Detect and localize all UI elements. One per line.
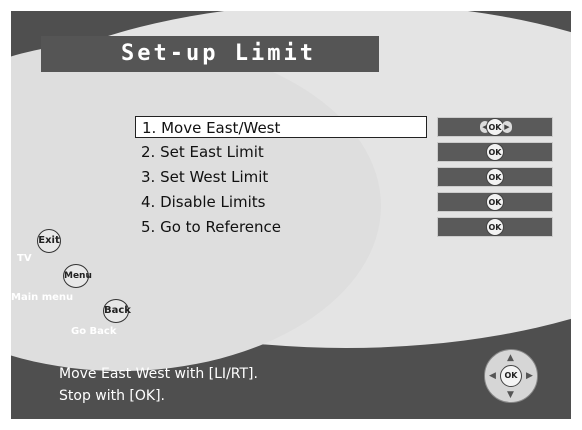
ok-box[interactable]: OK: [437, 192, 553, 212]
navigation-pad-icon: ▲ ▼ ◀ ▶ OK: [484, 349, 538, 403]
menu-button[interactable]: Menu: [63, 264, 92, 288]
help-line-1: Move East West with [LI/RT].: [59, 366, 258, 382]
help-line-2: Stop with [OK].: [59, 388, 166, 404]
page-title: Set-up Limit: [121, 41, 316, 66]
ok-box[interactable]: OK: [437, 167, 553, 187]
menu-item-label: 5. Go to Reference: [141, 218, 282, 236]
help-text: Move East West with [LI/RT]. Stop with […: [59, 363, 258, 407]
menu-item-label: 2. Set East Limit: [141, 143, 264, 161]
left-arrow-icon: ◀: [489, 371, 496, 381]
osd-frame: Set-up Limit 1. Move East/West ◀ OK ▶ 2.…: [11, 11, 571, 419]
title-bar: Set-up Limit: [41, 36, 379, 72]
ok-icon: OK: [486, 218, 504, 236]
menu-item-label: 1. Move East/West: [135, 116, 427, 138]
up-arrow-icon: ▲: [507, 353, 514, 363]
ok-icon: OK: [486, 143, 504, 161]
menu-item-move-east-west[interactable]: 1. Move East/West ◀ OK ▶: [135, 116, 555, 138]
back-button[interactable]: Back: [103, 299, 131, 323]
menu-button-label: Main menu: [11, 292, 74, 303]
tv-screen: Set-up Limit 1. Move East/West ◀ OK ▶ 2.…: [0, 0, 582, 430]
ok-icon: OK: [500, 365, 522, 387]
ok-icon: OK: [486, 193, 504, 211]
right-arrow-icon: ▶: [502, 121, 512, 133]
ok-box[interactable]: OK: [437, 217, 553, 237]
back-button-label: Go Back: [71, 326, 117, 337]
menu-item-disable-limits[interactable]: 4. Disable Limits OK: [135, 191, 555, 213]
menu-item-set-west-limit[interactable]: 3. Set West Limit OK: [135, 166, 555, 188]
right-arrow-icon: ▶: [526, 371, 533, 381]
menu-item-label: 4. Disable Limits: [141, 193, 266, 211]
ok-box[interactable]: OK: [437, 142, 553, 162]
menu-item-set-east-limit[interactable]: 2. Set East Limit OK: [135, 141, 555, 163]
exit-button-label: TV: [17, 253, 32, 264]
down-arrow-icon: ▼: [507, 390, 514, 400]
ok-arrows-box[interactable]: ◀ OK ▶: [437, 117, 553, 137]
menu-item-go-to-reference[interactable]: 5. Go to Reference OK: [135, 216, 555, 238]
ok-icon: OK: [486, 168, 504, 186]
menu-item-label: 3. Set West Limit: [141, 168, 269, 186]
exit-button[interactable]: Exit: [37, 229, 61, 253]
